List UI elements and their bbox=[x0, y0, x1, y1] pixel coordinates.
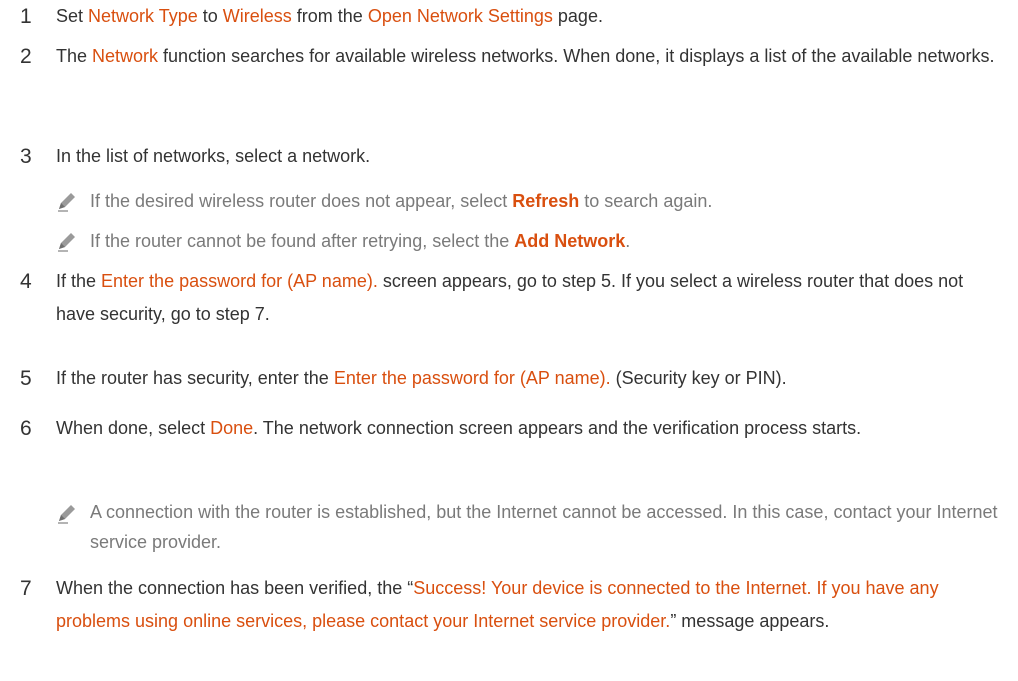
text: When done, select bbox=[56, 418, 211, 438]
step-number: 3 bbox=[20, 145, 32, 168]
text: ” message appears. bbox=[670, 611, 830, 631]
text: to bbox=[197, 6, 223, 26]
note-2: If the router cannot be found after retr… bbox=[56, 225, 1000, 258]
step-number: 2 bbox=[20, 45, 32, 68]
step-4: 4 If the Enter the password for (AP name… bbox=[20, 265, 1000, 331]
menu-term-refresh: Refresh bbox=[512, 191, 580, 211]
menu-term-done: Done bbox=[210, 418, 254, 438]
text: The bbox=[56, 46, 93, 66]
step-5: 5 If the router has security, enter the … bbox=[20, 362, 1000, 395]
text: When the connection has been verified, t… bbox=[56, 578, 414, 598]
pencil-icon bbox=[56, 497, 90, 527]
text: function searches for available wireless… bbox=[158, 46, 995, 66]
step-6: 6 When done, select Done. The network co… bbox=[20, 412, 1000, 445]
note-3: A connection with the router is establis… bbox=[56, 497, 1000, 557]
step-1: 1 Set Network Type to Wireless from the … bbox=[20, 0, 1000, 33]
step-text: In the list of networks, select a networ… bbox=[56, 146, 371, 166]
menu-term-network: Network bbox=[92, 46, 159, 66]
note-text: If the router cannot be found after retr… bbox=[90, 225, 1000, 258]
pencil-icon bbox=[56, 185, 90, 215]
menu-term-enter-password: Enter the password for (AP name). bbox=[333, 368, 611, 388]
menu-term-add-network: Add Network bbox=[514, 231, 626, 251]
step-number: 6 bbox=[20, 417, 32, 440]
text: page. bbox=[552, 6, 603, 26]
step-text: If the Enter the password for (AP name).… bbox=[56, 265, 1000, 331]
step-text: When the connection has been verified, t… bbox=[56, 572, 1000, 638]
text: (Security key or PIN). bbox=[610, 368, 787, 388]
step-text: Set Network Type to Wireless from the Op… bbox=[56, 0, 1000, 33]
text: If the router has security, enter the bbox=[56, 368, 334, 388]
instruction-page: 1 Set Network Type to Wireless from the … bbox=[0, 0, 1018, 681]
note-1: If the desired wireless router does not … bbox=[56, 185, 1000, 218]
step-number: 4 bbox=[20, 270, 32, 293]
note-text: If the desired wireless router does not … bbox=[90, 185, 1000, 218]
text: to search again. bbox=[579, 191, 713, 211]
text: If the bbox=[56, 271, 102, 291]
menu-term-enter-password: Enter the password for (AP name). bbox=[101, 271, 378, 291]
step-7: 7 When the connection has been verified,… bbox=[20, 572, 1000, 638]
text: . bbox=[625, 231, 631, 251]
step-number: 1 bbox=[20, 5, 32, 28]
pencil-icon bbox=[56, 225, 90, 255]
text: Set bbox=[56, 6, 89, 26]
step-text: The Network function searches for availa… bbox=[56, 40, 1000, 73]
note-text: A connection with the router is establis… bbox=[90, 502, 998, 552]
menu-term-wireless: Wireless bbox=[222, 6, 292, 26]
text: If the desired wireless router does not … bbox=[90, 191, 513, 211]
step-3: 3 In the list of networks, select a netw… bbox=[20, 140, 1000, 173]
text: . The network connection screen appears … bbox=[253, 418, 862, 438]
step-text: If the router has security, enter the En… bbox=[56, 362, 1000, 395]
step-number: 7 bbox=[20, 577, 32, 600]
menu-term-open-network-settings: Open Network Settings bbox=[367, 6, 553, 26]
step-2: 2 The Network function searches for avai… bbox=[20, 40, 1000, 73]
text: from the bbox=[291, 6, 368, 26]
text: If the router cannot be found after retr… bbox=[90, 231, 515, 251]
menu-term-network-type: Network Type bbox=[88, 6, 198, 26]
step-text: When done, select Done. The network conn… bbox=[56, 412, 1000, 445]
step-number: 5 bbox=[20, 367, 32, 390]
